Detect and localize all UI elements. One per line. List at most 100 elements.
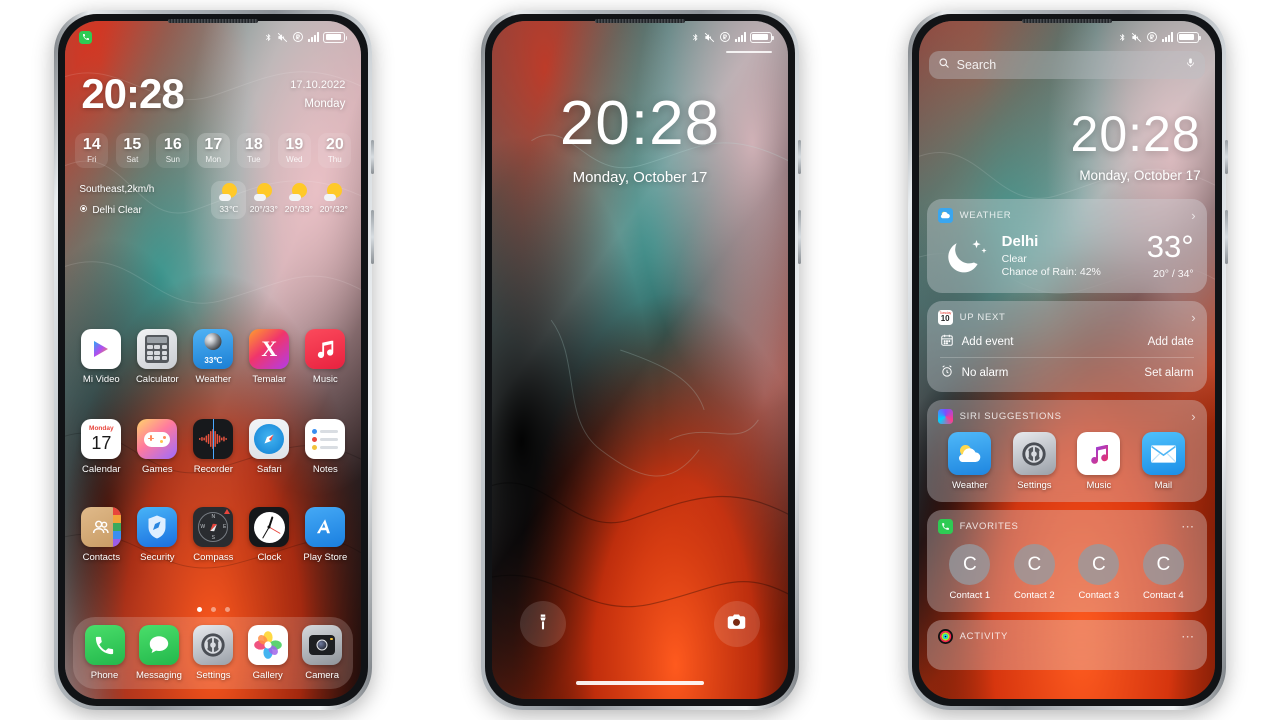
microphone-icon[interactable] [1185, 56, 1196, 75]
home-indicator[interactable] [575, 681, 704, 685]
app-mi-video[interactable]: Mi Video [73, 329, 129, 385]
app-messaging[interactable]: Messaging [132, 625, 186, 681]
volume-button[interactable] [371, 140, 375, 174]
home-weekday: Monday [304, 98, 346, 110]
app-temalar[interactable]: X Temalar [241, 329, 297, 385]
phone3-screen: Search 20:28 Monday, October 17 WEATHER … [918, 21, 1215, 699]
app-calculator[interactable]: Calculator [129, 329, 185, 385]
calendar-day-mon[interactable]: 17 Mon [196, 133, 230, 168]
app-gallery[interactable]: Gallery [241, 625, 295, 681]
app-weather[interactable]: 33℃ Weather [185, 329, 241, 385]
weather-widget[interactable]: Southeast,2km/h Delhi Clear 33℃ 20°/33° 20… [75, 181, 351, 219]
themes-icon: X [249, 329, 290, 369]
compass-icon: NSWE [193, 507, 234, 547]
app-calendar[interactable]: Monday 17 Calendar [73, 419, 129, 475]
chevron-right-icon[interactable]: › [1191, 208, 1195, 223]
app-camera[interactable]: Camera [295, 625, 349, 681]
app-label: Mi Video [82, 374, 120, 385]
app-grid-row3: Contacts Security N S W E Compass Clock Play Sto… [65, 507, 361, 563]
phone-bezel: 20:28 Monday, October 17 [484, 14, 795, 706]
bluetooth-icon [264, 31, 273, 44]
phone1-screen: 20:28 17.10.2022 Monday 14 Fri 15 Sat 16 Sun 1… [65, 21, 362, 699]
volume-button[interactable] [1224, 140, 1228, 174]
app-clock[interactable]: Clock [241, 507, 297, 563]
home-clock-widget[interactable]: 20:28 17.10.2022 Monday [65, 73, 361, 115]
sun-cloud-icon [324, 183, 343, 202]
app-settings[interactable]: Settings [186, 625, 240, 681]
calendar-day-wed[interactable]: 19 Wed [277, 133, 311, 168]
app-play-store[interactable]: Play Store [297, 507, 353, 563]
play-store-icon [305, 507, 346, 547]
widgets-time: 20:28 [1070, 106, 1201, 162]
power-button[interactable] [1224, 210, 1228, 264]
volume-button[interactable] [797, 140, 801, 174]
forecast-day-3[interactable]: 20°/32° [316, 181, 351, 219]
app-phone[interactable]: Phone [77, 625, 131, 681]
calendar-strip[interactable]: 14 Fri 15 Sat 16 Sun 17 Mon 18 Tue 19 Wed 20 Thu [75, 133, 352, 168]
forecast-day-2[interactable]: 20°/33° [281, 181, 316, 219]
app-music[interactable]: Music [297, 329, 353, 385]
calendar-day-thu[interactable]: 20 Thu [318, 133, 352, 168]
siri-card-title: SIRI SUGGESTIONS [959, 411, 1062, 422]
power-button[interactable] [371, 210, 375, 264]
app-safari[interactable]: Safari [241, 419, 297, 475]
app-mail[interactable]: Mail [1131, 432, 1196, 491]
calendar-day-number: 18 [244, 136, 263, 153]
favorite-contact-1[interactable]: C Contact 1 [938, 544, 1003, 601]
phone-frame: 20:28 Monday, October 17 [480, 10, 799, 710]
page-indicator[interactable] [65, 607, 361, 612]
roaming-icon [1146, 31, 1158, 43]
recorder-icon [193, 419, 234, 459]
phone-frame: 20:28 17.10.2022 Monday 14 Fri 15 Sat 16 Sun 1… [54, 10, 373, 710]
app-compass[interactable]: N S W E Compass [185, 507, 241, 563]
location-text: Delhi Clear [92, 204, 142, 216]
activity-card[interactable]: ACTIVITY ⋯ [926, 620, 1207, 670]
favorite-contact-2[interactable]: C Contact 2 [1002, 544, 1067, 601]
app-weather[interactable]: Weather [938, 432, 1003, 491]
app-contacts[interactable]: Contacts [73, 507, 129, 563]
app-settings[interactable]: Settings [1002, 432, 1067, 491]
favorite-contact-4[interactable]: C Contact 4 [1131, 544, 1196, 601]
calendar-day-sat[interactable]: 15 Sat [115, 133, 149, 168]
chevron-right-icon[interactable]: › [1191, 409, 1195, 424]
contacts-icon [81, 507, 122, 547]
weather-app-icon [937, 208, 953, 223]
forecast-day-0[interactable]: 33℃ [211, 181, 247, 219]
app-games[interactable]: Games [129, 419, 185, 475]
favorite-contact-3[interactable]: C Contact 3 [1067, 544, 1132, 601]
signal-icon [308, 32, 320, 42]
upnext-alarm-action[interactable]: Set alarm [1144, 367, 1193, 379]
weather-card[interactable]: WEATHER › Delhi Clear Chance of Rain: 42… [926, 199, 1207, 293]
calendar-day-fri[interactable]: 14 Fri [75, 133, 109, 168]
settings-icon [1012, 432, 1056, 475]
app-music[interactable]: Music [1067, 432, 1132, 491]
app-notes[interactable]: Notes [297, 419, 353, 475]
forecast-day-1[interactable]: 20°/33° [246, 181, 281, 219]
app-label: Calendar [82, 464, 121, 475]
camera-button[interactable] [713, 601, 760, 647]
battery-icon [1176, 31, 1201, 43]
upnext-row-alarm[interactable]: No alarm Set alarm [938, 358, 1196, 388]
chevron-right-icon[interactable]: › [1191, 310, 1195, 325]
battery-icon [323, 31, 348, 43]
app-security[interactable]: Security [129, 507, 185, 563]
app-recorder[interactable]: Recorder [185, 419, 241, 475]
flashlight-button[interactable] [519, 601, 566, 647]
calendar-day-tue[interactable]: 18 Tue [237, 133, 271, 168]
avatar: C [949, 544, 991, 585]
more-options-icon[interactable]: ⋯ [1181, 629, 1196, 645]
siri-suggestions-card[interactable]: SIRI SUGGESTIONS › Weather Settings Music M… [926, 400, 1207, 502]
search-bar[interactable]: Search [928, 51, 1205, 79]
more-options-icon[interactable]: ⋯ [1181, 519, 1196, 535]
avatar: C [1013, 544, 1055, 585]
upnext-event-action[interactable]: Add date [1148, 336, 1194, 348]
alarm-icon [940, 364, 954, 383]
power-button[interactable] [797, 210, 801, 264]
upnext-card-title: UP NEXT [959, 312, 1006, 323]
upnext-card[interactable]: Tuesday 10 UP NEXT › Add event Add date … [926, 301, 1207, 392]
upnext-row-event[interactable]: Add event Add date [938, 327, 1196, 357]
contact-name: Contact 1 [949, 590, 991, 601]
favorites-card[interactable]: FAVORITES ⋯ C Contact 1 C Contact 2 C Contact… [926, 510, 1207, 612]
calendar-day-sun[interactable]: 16 Sun [156, 133, 190, 168]
calendar-day-name: Thu [327, 154, 342, 164]
